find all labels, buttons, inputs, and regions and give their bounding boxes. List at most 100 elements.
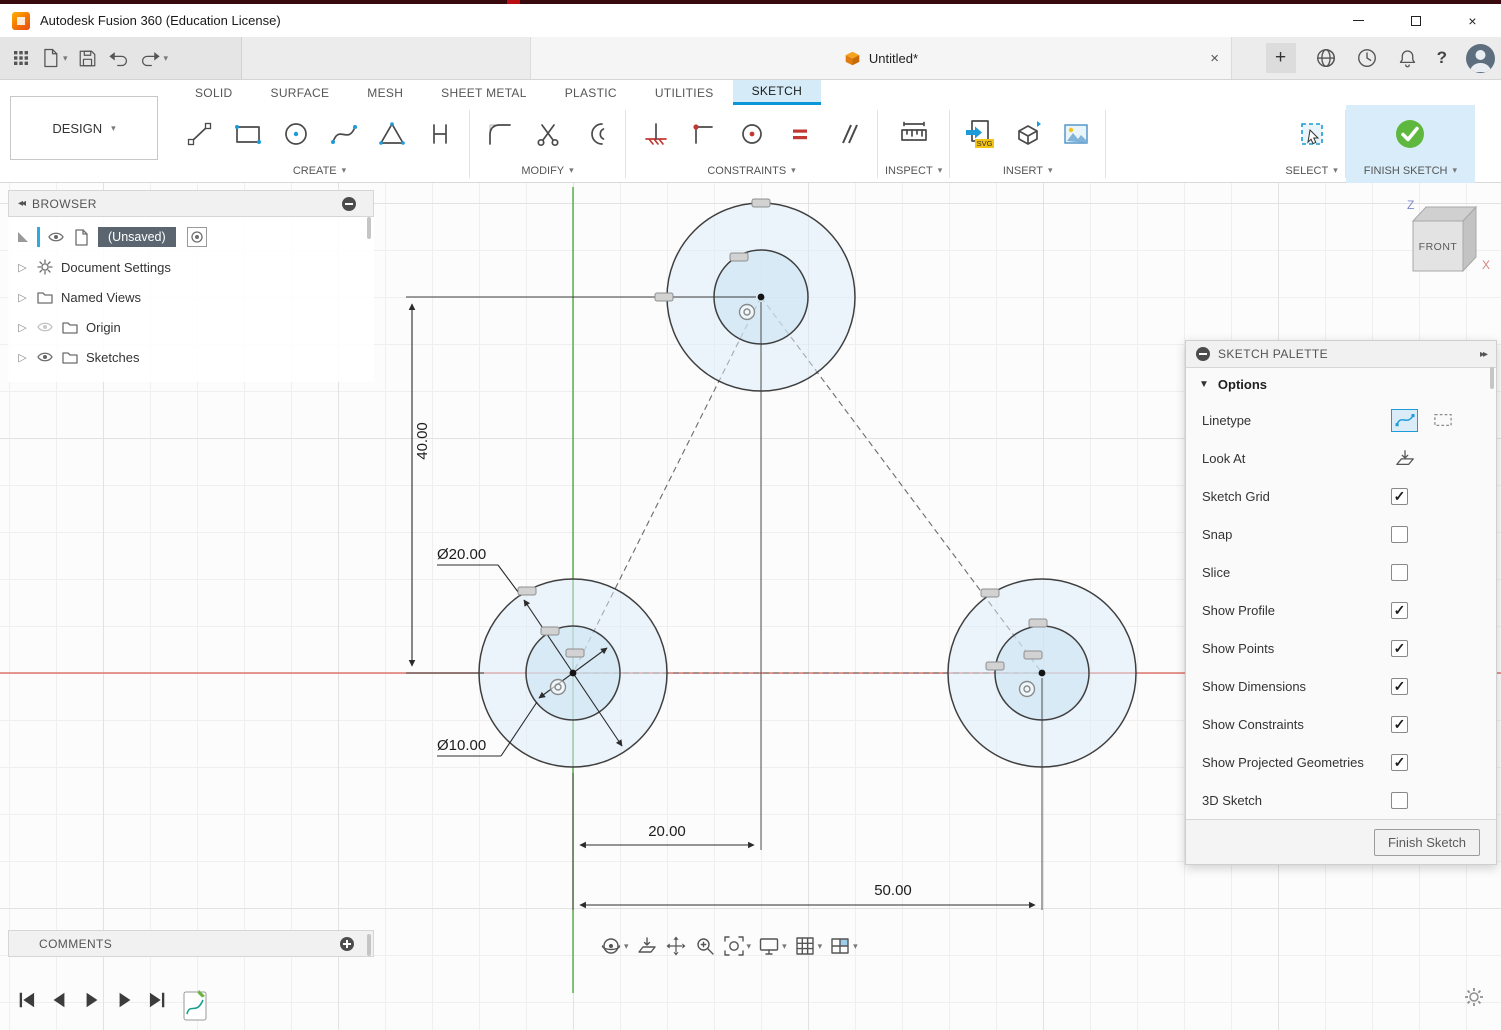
parallel-constraint-button[interactable] <box>825 108 870 160</box>
orbit-button[interactable]: ▾ <box>600 935 629 957</box>
insert-group-label[interactable]: INSERT ▾ <box>1003 162 1053 179</box>
ribbon-tab-utilities[interactable]: UTILITIES <box>636 80 733 105</box>
snap-checkbox[interactable] <box>1391 526 1408 543</box>
skip-to-end-button[interactable] <box>144 986 171 1013</box>
step-forward-button[interactable] <box>111 986 138 1013</box>
select-group-label[interactable]: SELECT ▾ <box>1285 162 1337 179</box>
eye-icon[interactable] <box>47 229 65 245</box>
polygon-tool-button[interactable] <box>369 108 414 160</box>
fillet-tool-button[interactable] <box>477 108 522 160</box>
browser-root-row[interactable]: (Unsaved) <box>8 222 374 252</box>
job-status-button[interactable] <box>1315 47 1337 69</box>
redo-button[interactable]: ▾ <box>139 48 169 68</box>
constraints-group-label[interactable]: CONSTRAINTS ▾ <box>707 162 795 179</box>
viewports-button[interactable]: ▾ <box>829 935 858 957</box>
concentric-constraint-button[interactable] <box>729 108 774 160</box>
look-at-button[interactable] <box>1391 447 1418 470</box>
expander-icon[interactable]: ▷ <box>16 291 29 304</box>
play-button[interactable] <box>78 986 105 1013</box>
show-dimensions-checkbox[interactable] <box>1391 678 1408 695</box>
insert-svg-button[interactable]: SVG <box>957 108 1002 160</box>
ribbon-tab-surface[interactable]: SURFACE <box>252 80 349 105</box>
browser-item-sketches[interactable]: ▷ Sketches <box>8 342 374 372</box>
browser-item-origin[interactable]: ▷ Origin <box>8 312 374 342</box>
notifications-button[interactable] <box>1397 47 1418 69</box>
finish-sketch-button[interactable] <box>1388 108 1433 160</box>
activity-history-button[interactable] <box>1356 47 1378 69</box>
user-avatar[interactable] <box>1466 44 1495 73</box>
ribbon-tab-mesh[interactable]: MESH <box>348 80 422 105</box>
activate-component-radio[interactable] <box>187 227 207 247</box>
dimension-dia-20[interactable]: Ø20.00 <box>437 546 486 563</box>
dimension-50[interactable]: 50.00 <box>874 882 912 899</box>
close-button[interactable]: × <box>1444 4 1501 37</box>
show-profile-checkbox[interactable] <box>1391 602 1408 619</box>
tab-close-button[interactable]: × <box>1210 50 1219 67</box>
palette-minimize-icon[interactable] <box>1196 347 1210 361</box>
spline-tool-button[interactable] <box>321 108 366 160</box>
look-at-nav-button[interactable] <box>636 935 658 957</box>
document-tab[interactable]: Untitled* × <box>530 37 1232 79</box>
finish-sketch-footer-button[interactable]: Finish Sketch <box>1374 829 1480 856</box>
dimension-40[interactable]: 40.00 <box>414 422 431 460</box>
trim-tool-button[interactable] <box>525 108 570 160</box>
modeling-canvas[interactable]: 40.00 Ø20.00 Ø10.00 20.00 50.00 <box>0 183 1501 1030</box>
save-button[interactable] <box>77 48 98 69</box>
modify-group-label[interactable]: MODIFY ▾ <box>521 162 573 179</box>
equal-constraint-button[interactable] <box>777 108 822 160</box>
expander-icon[interactable]: ▷ <box>16 321 29 334</box>
expander-icon[interactable]: ▷ <box>16 351 29 364</box>
eye-hidden-icon[interactable] <box>36 319 54 335</box>
sketch-grid-checkbox[interactable] <box>1391 488 1408 505</box>
undo-button[interactable] <box>107 48 130 68</box>
browser-header[interactable]: ◂◂ BROWSER <box>8 190 374 217</box>
sketch-palette-header[interactable]: SKETCH PALETTE ▸▸ <box>1186 341 1496 368</box>
finish-sketch-label[interactable]: FINISH SKETCH ▾ <box>1364 162 1457 179</box>
browser-minimize-icon[interactable] <box>342 197 356 211</box>
file-menu-button[interactable]: ▾ <box>39 46 68 70</box>
comments-header[interactable]: COMMENTS <box>8 930 374 957</box>
measure-tool-button[interactable] <box>891 108 936 160</box>
pan-button[interactable] <box>665 935 687 957</box>
show-projected-geometries-checkbox[interactable] <box>1391 754 1408 771</box>
app-grid-button[interactable] <box>12 49 30 67</box>
browser-item-document-settings[interactable]: ▷ Document Settings <box>8 252 374 282</box>
show-constraints-checkbox[interactable] <box>1391 716 1408 733</box>
line-tool-button[interactable] <box>177 108 222 160</box>
maximize-button[interactable] <box>1387 4 1444 37</box>
dimension-dia-10[interactable]: Ø10.00 <box>437 737 486 754</box>
ribbon-tab-sheet-metal[interactable]: SHEET METAL <box>422 80 546 105</box>
view-cube[interactable]: FRONT Z X <box>1398 193 1498 293</box>
linetype-normal-button[interactable] <box>1391 409 1418 432</box>
insert-canvas-button[interactable] <box>1053 108 1098 160</box>
ribbon-tab-sketch[interactable]: SKETCH <box>733 80 821 105</box>
insert-mesh-button[interactable] <box>1005 108 1050 160</box>
design-workspace-button[interactable]: DESIGN ▾ <box>10 96 158 160</box>
expander-icon[interactable]: ▷ <box>16 261 29 274</box>
palette-expand-icon[interactable]: ▸▸ <box>1480 349 1486 360</box>
timeline-sketch-feature[interactable] <box>183 980 209 1022</box>
offset-tool-button[interactable] <box>573 108 618 160</box>
comments-scrollbar[interactable] <box>367 934 371 956</box>
grid-settings-button[interactable]: ▾ <box>794 935 823 957</box>
add-comment-icon[interactable] <box>340 937 354 951</box>
fix-constraint-button[interactable] <box>633 108 678 160</box>
new-tab-button[interactable]: + <box>1266 43 1296 73</box>
palette-scrollbar[interactable] <box>1490 367 1494 389</box>
rectangle-tool-button[interactable] <box>225 108 270 160</box>
display-settings-button[interactable]: ▾ <box>758 935 787 957</box>
zoom-button[interactable] <box>694 935 716 957</box>
fit-button[interactable]: ▾ <box>723 935 752 957</box>
collapse-browser-icon[interactable]: ◂◂ <box>18 198 24 209</box>
ribbon-tab-plastic[interactable]: PLASTIC <box>546 80 636 105</box>
eye-icon[interactable] <box>36 349 54 365</box>
viewcube-front-label[interactable]: FRONT <box>1419 241 1458 253</box>
slice-checkbox[interactable] <box>1391 564 1408 581</box>
dimension-20[interactable]: 20.00 <box>648 823 686 840</box>
coincident-constraint-button[interactable] <box>681 108 726 160</box>
select-tool-button[interactable] <box>1289 108 1334 160</box>
minimize-button[interactable] <box>1330 4 1387 37</box>
document-name[interactable]: (Unsaved) <box>98 227 176 247</box>
slot-tool-button[interactable] <box>417 108 462 160</box>
skip-to-start-button[interactable] <box>12 986 39 1013</box>
